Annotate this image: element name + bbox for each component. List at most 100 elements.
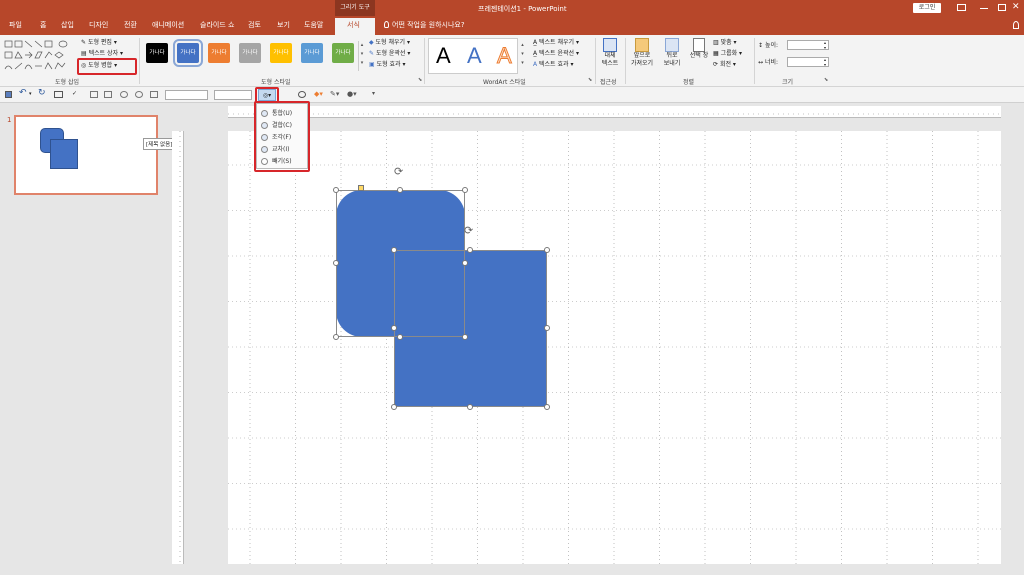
shape-style-tile[interactable]: 가나다 — [239, 43, 261, 63]
shape-effects-button[interactable]: ▣ 도형 효과 ▾ — [369, 61, 406, 69]
login-button[interactable]: 로그인 — [913, 3, 941, 13]
resize-handle[interactable] — [391, 247, 397, 253]
shape-styles-launcher-icon[interactable]: ⬊ — [418, 77, 422, 83]
minimize-icon[interactable] — [980, 8, 988, 9]
align-button[interactable]: ▥ 맞춤 ▾ — [713, 39, 737, 47]
width-spinner[interactable]: ▴ ▾ — [824, 57, 826, 67]
shape-style-tile[interactable]: 가나다 — [146, 43, 168, 63]
group-button[interactable]: ▦ 그룹화 ▾ — [713, 50, 742, 58]
toolbar-icon-b[interactable] — [104, 91, 112, 98]
size-launcher-icon[interactable]: ⬊ — [824, 77, 828, 83]
edit-shape-button[interactable]: ✎ 도형 편집 ▾ — [81, 39, 117, 47]
tab-help[interactable]: 도움말 — [304, 20, 323, 30]
qat-font-box[interactable] — [165, 90, 208, 100]
send-backward-button[interactable]: 뒤로 보내기 — [658, 38, 686, 76]
tab-transitions[interactable]: 전환 — [124, 20, 137, 30]
tab-insert[interactable]: 삽입 — [61, 20, 74, 30]
rotate-handle-icon[interactable]: ⟳ — [394, 165, 403, 178]
resize-handle[interactable] — [333, 260, 339, 266]
text-box-button[interactable]: ▤ 텍스트 상자 ▾ — [81, 50, 123, 58]
toolbar-icon-a[interactable] — [90, 91, 98, 98]
tell-me-search[interactable]: 어떤 작업을 원하시나요? — [392, 20, 465, 30]
ribbon-display-icon[interactable] — [957, 4, 966, 11]
bring-forward-button[interactable]: 앞으로 가져오기 — [628, 38, 656, 76]
height-input[interactable]: ▴ ▾ — [787, 40, 829, 50]
shape-style-tile[interactable]: 가나다 — [301, 43, 323, 63]
gallery-scroll[interactable]: ▴ ▾ ▾ — [358, 41, 365, 71]
resize-handle[interactable] — [397, 334, 403, 340]
rotate-button[interactable]: ⟳ 회전 ▾ — [713, 61, 736, 69]
slide-canvas[interactable]: ⟳ ⟳ — [228, 131, 1001, 564]
wordart-scroll[interactable]: ▴ ▾ ▾ — [519, 41, 526, 71]
divider — [139, 38, 140, 84]
resize-handle[interactable] — [333, 334, 339, 340]
tab-animations[interactable]: 애니메이션 — [152, 20, 184, 30]
shape-style-tile[interactable]: 가나다 — [270, 43, 292, 63]
maximize-icon[interactable] — [998, 4, 1006, 11]
tab-file[interactable]: 파일 — [9, 20, 22, 30]
resize-handle[interactable] — [544, 247, 550, 253]
tab-view[interactable]: 보기 — [277, 20, 290, 30]
tab-slideshow[interactable]: 슬라이드 쇼 — [200, 20, 234, 30]
resize-handle[interactable] — [462, 334, 468, 340]
thumb-shape-square — [50, 139, 78, 169]
save-icon[interactable] — [5, 91, 12, 98]
toolbar-icon-d[interactable] — [135, 91, 143, 98]
resize-handle[interactable] — [391, 404, 397, 410]
adjust-handle[interactable] — [358, 185, 364, 191]
spell-check-icon[interactable]: ✓ — [72, 90, 77, 97]
merge-shapes-highlight — [77, 58, 137, 75]
shape-outline-button[interactable]: ✎ 도형 윤곽선 ▾ — [369, 50, 410, 58]
qat-size-box[interactable] — [214, 90, 252, 100]
shape-gallery[interactable] — [3, 39, 71, 73]
resize-handle[interactable] — [462, 260, 468, 266]
redo-icon[interactable]: ↻ — [38, 88, 46, 98]
resize-handle[interactable] — [391, 325, 397, 331]
toolbar-icon-c[interactable] — [120, 91, 128, 98]
qat-effects-icon[interactable]: ●▾ — [347, 90, 357, 98]
shape-style-tile[interactable]: 가나다 — [332, 43, 354, 63]
undo-dropdown-icon[interactable]: ▾ — [29, 91, 32, 97]
shape-fill-button[interactable]: ◆ 도형 채우기 ▾ — [369, 39, 410, 47]
width-input[interactable]: ▴ ▾ — [787, 57, 829, 67]
qat-icon-f[interactable] — [298, 91, 306, 98]
wordart-style-orange[interactable]: A — [497, 43, 513, 69]
text-fill-button[interactable]: A̲ 텍스트 채우기 ▾ — [533, 39, 579, 47]
tab-review[interactable]: 검토 — [248, 20, 261, 30]
window-title: 프레젠테이션1 - PowerPoint — [478, 5, 567, 13]
shape-style-tile[interactable]: 가나다 — [173, 39, 203, 67]
resize-handle[interactable] — [462, 187, 468, 193]
rotate-handle-icon[interactable]: ⟳ — [464, 224, 473, 237]
wordart-style-blue[interactable]: A — [467, 43, 482, 69]
resize-handle[interactable] — [467, 247, 473, 253]
text-outline-button[interactable]: A̲ 텍스트 윤곽선 ▾ — [533, 50, 579, 58]
selection-pane-button[interactable]: 선택 창 — [687, 38, 711, 76]
resize-handle[interactable] — [397, 187, 403, 193]
thumbnail-tooltip: [제목 없음] — [143, 138, 176, 150]
slide-thumbnail[interactable] — [14, 115, 158, 195]
wordart-gallery[interactable]: A A A — [428, 38, 518, 74]
tab-home[interactable]: 홈 — [40, 20, 46, 30]
wordart-style-plain[interactable]: A — [436, 43, 451, 69]
height-spinner[interactable]: ▴ ▾ — [824, 40, 826, 50]
text-effects-button[interactable]: A 텍스트 효과 ▾ — [533, 61, 573, 69]
insert-shapes-group-label: 도형 삽입 — [55, 79, 79, 86]
qat-customize-icon[interactable]: ▾ — [372, 90, 375, 97]
resize-handle[interactable] — [544, 325, 550, 331]
wordart-launcher-icon[interactable]: ⬊ — [588, 77, 592, 83]
resize-handle[interactable] — [544, 404, 550, 410]
alt-text-button[interactable]: 대체 텍스트 — [598, 38, 622, 76]
toolbar-icon-e[interactable] — [150, 91, 158, 98]
qat-outline-icon[interactable]: ✎▾ — [330, 90, 339, 98]
resize-handle[interactable] — [333, 187, 339, 193]
close-icon[interactable]: ✕ — [1012, 2, 1020, 12]
resize-handle[interactable] — [467, 404, 473, 410]
share-icon[interactable] — [1013, 21, 1019, 29]
shape-style-tile[interactable]: 가나다 — [208, 43, 230, 63]
qat-fill-icon[interactable]: ◆▾ — [314, 90, 323, 98]
align-icon: ▥ — [713, 39, 721, 46]
title-bar: 그리기 도구 프레젠테이션1 - PowerPoint 로그인 ✕ — [0, 0, 1024, 16]
tab-design[interactable]: 디자인 — [89, 20, 108, 30]
undo-icon[interactable]: ↶ — [19, 88, 27, 98]
start-slideshow-icon[interactable] — [54, 91, 63, 98]
